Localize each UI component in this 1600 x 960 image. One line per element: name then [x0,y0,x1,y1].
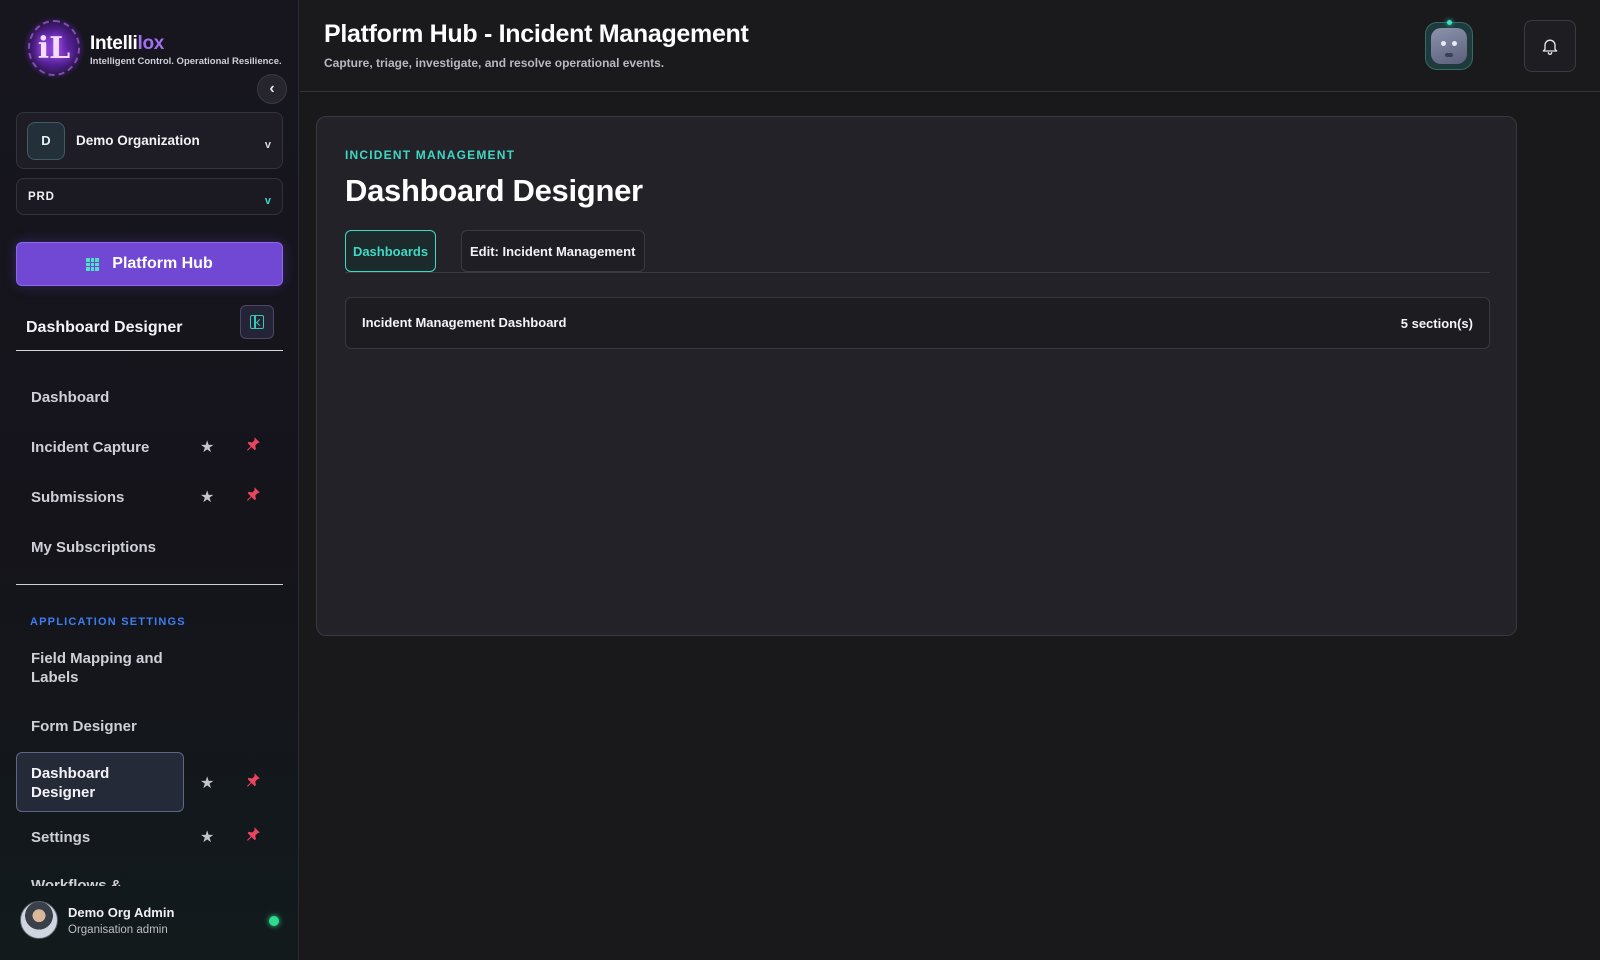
sidebar-item-label: My Subscriptions [31,538,157,556]
sidebar: iL Intellilox Intelligent Control. Opera… [0,0,299,960]
user-name: Demo Org Admin [68,905,175,920]
star-icon[interactable]: ★ [200,773,214,793]
pin-icon[interactable] [244,435,262,458]
sidebar-item-field-mapping[interactable]: Field Mapping and Labels [16,648,283,688]
platform-hub-button[interactable]: Platform Hub [16,242,283,286]
sidebar-item-form-designer[interactable]: Form Designer [16,716,283,736]
sidebar-item-label: Dashboard Designer [31,765,110,801]
org-avatar: D [27,121,65,160]
sidebar-item-incident-capture[interactable]: Incident Capture ★ [16,437,283,457]
pin-icon[interactable] [244,771,262,794]
collapse-sidebar-button[interactable]: ‹ [257,74,287,104]
sidebar-item-my-subscriptions[interactable]: My Subscriptions [16,537,283,557]
tabs-divider [345,272,1490,273]
sidebar-item-label: Settings [31,828,91,846]
brand-name: Intellilox [90,33,282,55]
tab-dashboards[interactable]: Dashboards [345,230,436,272]
page-subtitle: Capture, triage, investigate, and resolv… [324,56,665,70]
pin-icon[interactable] [244,485,262,508]
top-header: Platform Hub - Incident Management Captu… [300,0,1600,92]
sidebar-item-label: Workflows & [31,877,122,886]
sidebar-item-dashboard-designer[interactable]: Dashboard Designer ★ [16,763,283,803]
sidebar-divider [16,584,283,585]
robot-icon [1431,28,1467,64]
environment-select[interactable]: PRD v [16,178,283,215]
chevron-left-icon: ‹ [269,80,275,97]
sidebar-item-label: Field Mapping and Labels [31,650,163,686]
list-item[interactable]: Incident Management Dashboard 5 section(… [345,297,1490,349]
star-icon[interactable]: ★ [200,487,214,507]
page-title: Platform Hub - Incident Management [324,20,749,48]
group-label-application-settings: APPLICATION SETTINGS [30,616,186,628]
sidebar-item-label: Form Designer [31,717,137,735]
card-title: Dashboard Designer [345,173,643,208]
user-profile[interactable]: Demo Org Admin Organisation admin [0,894,298,954]
sidebar-item-dashboard[interactable]: Dashboard [16,387,283,407]
pin-icon[interactable] [244,825,262,848]
dashboard-name: Incident Management Dashboard [362,315,567,330]
star-icon[interactable]: ★ [200,437,214,457]
avatar [20,901,58,939]
assistant-bot-button[interactable] [1425,22,1473,70]
platform-hub-label: Platform Hub [112,255,213,272]
sidebar-item-submissions[interactable]: Submissions ★ [16,487,283,507]
brand: iL Intellilox Intelligent Control. Opera… [24,16,282,80]
panel-collapse-icon [250,315,264,329]
robot-antenna-icon [1447,20,1452,25]
environment-label: PRD [28,190,55,203]
chevron-down-icon: v [264,139,271,151]
brand-tagline: Intelligent Control. Operational Resilie… [90,56,282,67]
sidebar-item-label: Incident Capture [31,438,150,456]
tab-edit-incident-management[interactable]: Edit: Incident Management [461,230,645,272]
toggle-panel-button[interactable] [240,305,274,339]
chevron-down-icon: v [264,195,271,207]
grid-icon [86,257,100,271]
logo-glyph: iL [37,30,71,66]
notifications-button[interactable] [1524,20,1576,72]
card-eyebrow: INCIDENT MANAGEMENT [345,148,516,162]
brand-text: Intellilox Intelligent Control. Operatio… [90,33,282,67]
organization-select[interactable]: D Demo Organization v [16,112,283,169]
bell-icon [1542,39,1558,55]
sidebar-item-label: Dashboard [31,388,110,406]
logo-icon: iL [24,16,84,80]
sidebar-item-label: Submissions [31,488,125,506]
sidebar-section-title: Dashboard Designer [26,318,183,336]
brand-name-main: Intelli [90,33,138,54]
brand-name-accent: lox [137,33,165,54]
user-role: Organisation admin [68,924,168,936]
sidebar-item-settings[interactable]: Settings ★ [16,827,283,847]
sidebar-section-header: Dashboard Designer [16,305,283,351]
star-icon[interactable]: ★ [200,827,214,847]
dashboard-designer-card: INCIDENT MANAGEMENT Dashboard Designer D… [316,116,1517,636]
online-status-icon [269,916,279,926]
sidebar-item-workflows[interactable]: Workflows & [16,876,283,886]
org-name: Demo Organization [76,133,200,148]
section-count: 5 section(s) [1400,316,1473,331]
